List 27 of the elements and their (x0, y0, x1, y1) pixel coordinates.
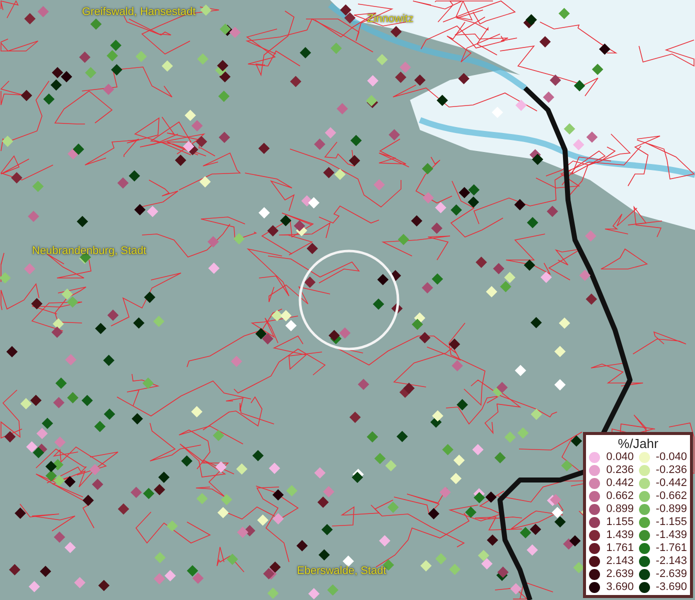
legend-label: 2.639 (606, 568, 634, 580)
legend-label: 0.236 (606, 464, 634, 476)
legend-label: 0.442 (606, 477, 634, 489)
legend-label: -0.236 (656, 464, 687, 476)
legend-label: 1.439 (606, 529, 634, 541)
legend-label: -3.690 (656, 581, 687, 593)
legend-label: -0.442 (656, 477, 687, 489)
legend-label: -0.662 (656, 490, 687, 502)
legend-label: -0.040 (656, 451, 687, 463)
legend-label: 0.662 (606, 490, 634, 502)
legend-label: -1.439 (656, 529, 687, 541)
legend-label: 1.155 (606, 516, 634, 528)
place-label: Eberswalde, Stadt (297, 565, 386, 577)
legend-label: 2.143 (606, 555, 634, 567)
selection-ring[interactable] (298, 250, 400, 350)
legend-label: -1.761 (656, 542, 687, 554)
legend-label: 1.761 (606, 542, 634, 554)
place-label: Greifswald, Hansestadt (82, 6, 196, 18)
place-label: Neubrandenburg, Stadt (32, 245, 146, 257)
legend-label: -1.155 (656, 516, 687, 528)
legend-label: -2.143 (656, 555, 687, 567)
legend-label: 3.690 (606, 581, 634, 593)
legend-label: 0.040 (606, 451, 634, 463)
legend-label: 0.899 (606, 503, 634, 515)
legend-label: -2.639 (656, 568, 687, 580)
legend-title: %/Jahr (616, 436, 660, 451)
legend-label: -0.899 (656, 503, 687, 515)
